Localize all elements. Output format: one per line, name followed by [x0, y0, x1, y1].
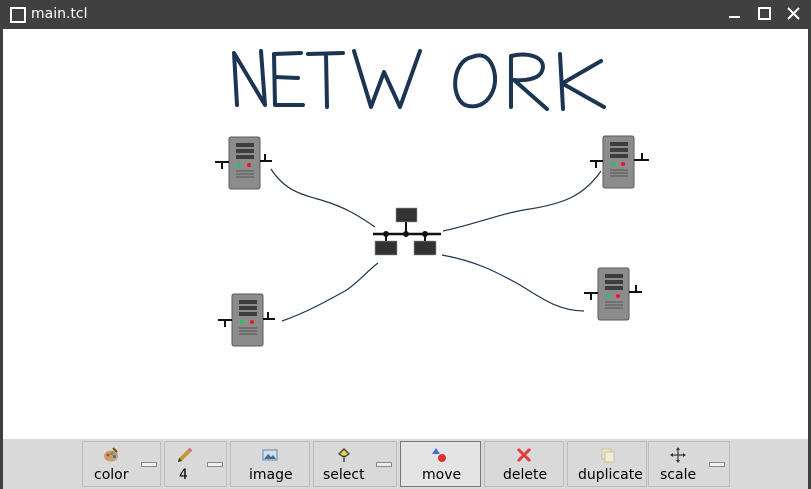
duplicate-label: duplicate	[578, 467, 643, 483]
bottom-toolbar: color 4 image select move delete duplica…	[3, 439, 808, 489]
close-icon[interactable]	[778, 0, 808, 29]
duplicate-icon	[601, 448, 615, 463]
width-label: 4	[179, 467, 188, 483]
scale-label: scale	[660, 467, 697, 483]
scale-button[interactable]: scale	[648, 441, 730, 487]
move-shapes-icon	[432, 448, 446, 462]
duplicate-button[interactable]: duplicate	[567, 441, 647, 487]
move-button[interactable]: move	[400, 441, 481, 487]
select-label: select	[323, 467, 365, 483]
select-dropdown[interactable]	[376, 462, 392, 467]
width-dropdown[interactable]	[207, 462, 223, 467]
image-button[interactable]: image	[230, 441, 310, 487]
delete-x-icon	[516, 447, 532, 463]
network-hub-icon[interactable]	[371, 205, 443, 261]
width-button[interactable]: 4	[164, 441, 227, 487]
delete-label: delete	[503, 467, 548, 483]
image-label: image	[249, 467, 293, 483]
server-icon-bottom-left[interactable]	[215, 291, 275, 349]
maximize-icon[interactable]	[749, 0, 779, 29]
color-button[interactable]: color	[82, 441, 161, 487]
window-title: main.tcl	[31, 6, 88, 22]
server-icon-bottom-right[interactable]	[583, 265, 643, 323]
color-label: color	[94, 467, 129, 483]
title-bar: main.tcl	[0, 0, 811, 29]
select-icon	[338, 448, 350, 462]
palette-icon	[104, 447, 118, 462]
color-dropdown[interactable]	[141, 462, 157, 467]
handwritten-network-text	[232, 49, 606, 111]
server-icon-top-right[interactable]	[590, 133, 650, 191]
scale-arrows-icon	[670, 447, 686, 463]
select-button[interactable]: select	[313, 441, 397, 487]
image-icon	[262, 449, 278, 461]
scale-dropdown[interactable]	[709, 462, 725, 467]
delete-button[interactable]: delete	[484, 441, 564, 487]
server-icon-top-left[interactable]	[212, 133, 272, 191]
drawing-canvas[interactable]	[3, 29, 808, 439]
minimize-icon[interactable]	[720, 0, 750, 29]
window-icon	[10, 7, 26, 23]
pencil-icon	[178, 447, 193, 462]
move-label: move	[422, 467, 462, 483]
